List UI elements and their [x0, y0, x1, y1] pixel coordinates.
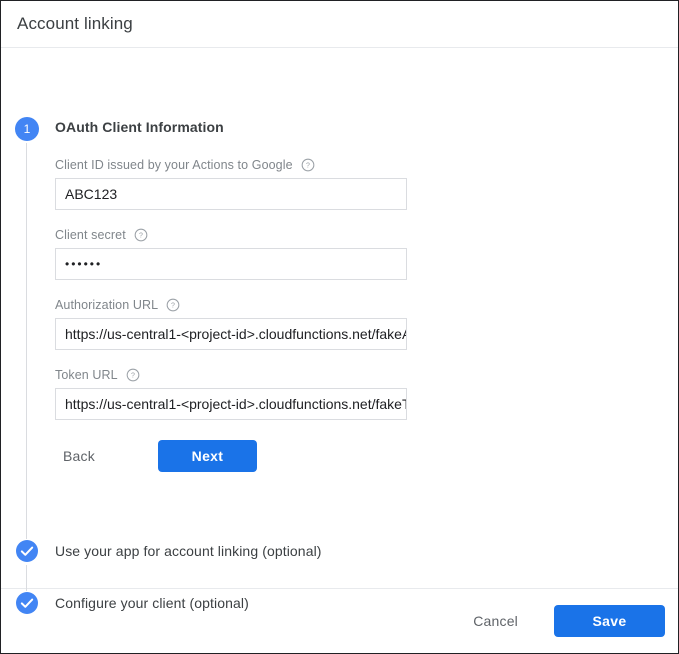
- step-1-title: OAuth Client Information: [55, 119, 224, 135]
- save-button[interactable]: Save: [554, 605, 665, 637]
- help-circle-icon[interactable]: ?: [166, 298, 180, 312]
- optional-step-label: Use your app for account linking (option…: [55, 543, 322, 559]
- help-circle-icon[interactable]: ?: [301, 158, 315, 172]
- token-url-input[interactable]: https://us-central1-<project-id>.cloudfu…: [55, 388, 407, 420]
- svg-text:?: ?: [171, 303, 175, 310]
- dialog-footer: Cancel Save: [1, 588, 678, 653]
- step-1-number-badge: 1: [15, 117, 39, 141]
- label-authorization-url-text: Authorization URL: [55, 298, 159, 312]
- field-group-client-id: Client ID issued by your Actions to Goog…: [55, 158, 407, 210]
- authorization-url-input[interactable]: https://us-central1-<project-id>.cloudfu…: [55, 318, 407, 350]
- dialog-header: Account linking: [1, 1, 678, 48]
- label-client-secret: Client secret ?: [55, 228, 407, 242]
- client-secret-input[interactable]: ••••••: [55, 248, 407, 280]
- stepper-connector-line-1: [26, 143, 27, 539]
- check-circle-icon: [15, 591, 39, 615]
- svg-text:?: ?: [131, 373, 135, 380]
- help-circle-icon[interactable]: ?: [134, 228, 148, 242]
- account-linking-dialog: Account linking 1 OAuth Client Informati…: [0, 0, 679, 654]
- next-button[interactable]: Next: [157, 440, 257, 472]
- svg-text:?: ?: [139, 233, 143, 240]
- label-authorization-url: Authorization URL ?: [55, 298, 407, 312]
- dialog-body: 1 OAuth Client Information Client ID iss…: [1, 48, 678, 614]
- step-actions: Back Next: [55, 440, 407, 472]
- stepper-connector-line-2: [26, 565, 27, 591]
- label-token-url: Token URL ?: [55, 368, 407, 382]
- label-client-id: Client ID issued by your Actions to Goog…: [55, 158, 407, 172]
- client-id-input[interactable]: ABC123: [55, 178, 407, 210]
- page-title: Account linking: [17, 14, 133, 33]
- field-group-token-url: Token URL ? https://us-central1-<project…: [55, 368, 407, 420]
- check-circle-icon: [15, 539, 39, 563]
- field-group-authorization-url: Authorization URL ? https://us-central1-…: [55, 298, 407, 350]
- back-button[interactable]: Back: [55, 440, 103, 472]
- oauth-client-form: Client ID issued by your Actions to Goog…: [55, 158, 407, 472]
- label-token-url-text: Token URL: [55, 368, 118, 382]
- label-client-secret-text: Client secret: [55, 228, 126, 242]
- svg-text:?: ?: [306, 163, 310, 170]
- help-circle-icon[interactable]: ?: [126, 368, 140, 382]
- label-client-id-text: Client ID issued by your Actions to Goog…: [55, 158, 293, 172]
- cancel-button[interactable]: Cancel: [463, 605, 528, 637]
- field-group-client-secret: Client secret ? ••••••: [55, 228, 407, 280]
